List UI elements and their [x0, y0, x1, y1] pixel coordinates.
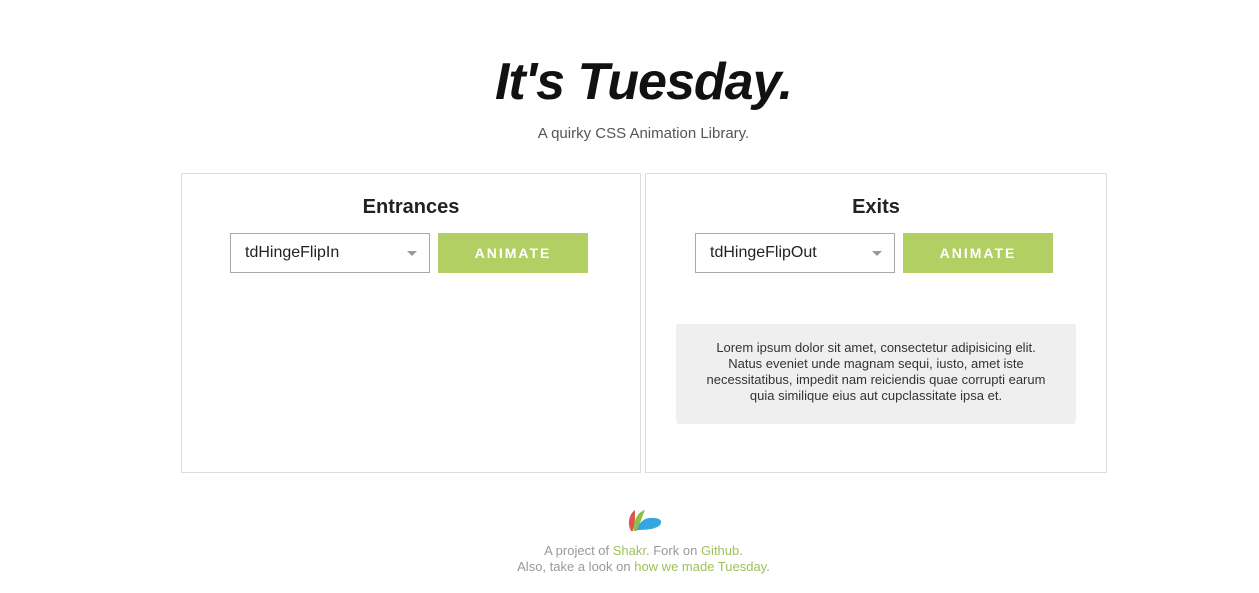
- page: It's Tuesday. A quirky CSS Animation Lib…: [0, 0, 1259, 593]
- shakr-logo-icon[interactable]: [625, 504, 665, 534]
- entrances-title: Entrances: [362, 196, 460, 218]
- chevron-down-icon: [872, 251, 882, 256]
- footer-text: .: [739, 543, 743, 558]
- footer-text: . Fork on: [646, 543, 701, 558]
- shakr-link[interactable]: Shakr: [613, 543, 646, 558]
- exits-select-value: tdHingeFlipOut: [710, 244, 817, 261]
- exits-panel: Exits tdHingeFlipOut ANIMATE Lorem ipsum…: [645, 173, 1107, 473]
- github-link[interactable]: Github: [701, 543, 739, 558]
- page-title: It's Tuesday.: [494, 53, 793, 111]
- exits-title: Exits: [852, 196, 900, 218]
- chevron-down-icon: [407, 251, 417, 256]
- footer-text: Also, take a look on: [517, 559, 635, 574]
- how-we-made-link[interactable]: how we made Tuesday: [634, 559, 766, 574]
- sample-text-box: Lorem ipsum dolor sit amet, consectetur …: [676, 324, 1076, 424]
- footer-line-1: A project of Shakr. Fork on Github.: [0, 543, 1259, 559]
- entrances-panel: Entrances tdHingeFlipIn ANIMATE: [181, 173, 641, 473]
- entrances-select[interactable]: tdHingeFlipIn: [230, 233, 430, 273]
- footer-line-2: Also, take a look on how we made Tuesday…: [0, 559, 1259, 575]
- footer-text: .: [766, 559, 770, 574]
- exits-select[interactable]: tdHingeFlipOut: [695, 233, 895, 273]
- entrances-select-value: tdHingeFlipIn: [245, 244, 340, 261]
- footer-text: A project of: [544, 543, 613, 558]
- exits-animate-button[interactable]: ANIMATE: [903, 233, 1053, 273]
- page-subtitle: A quirky CSS Animation Library.: [537, 125, 750, 142]
- footer: A project of Shakr. Fork on Github. Also…: [0, 543, 1259, 575]
- entrances-animate-button[interactable]: ANIMATE: [438, 233, 588, 273]
